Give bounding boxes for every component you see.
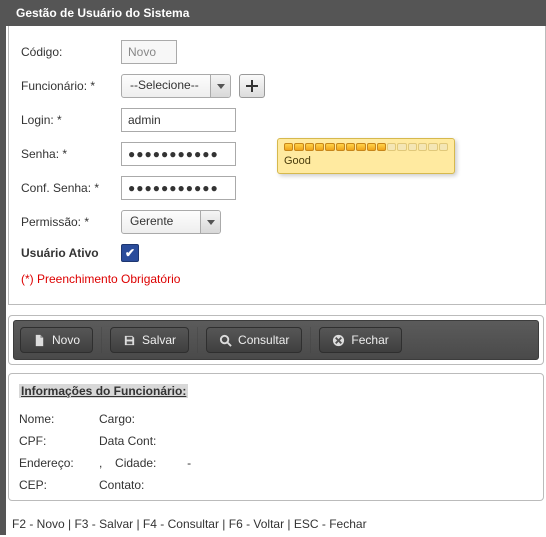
contato-label: Contato: [99,478,177,492]
novo-button[interactable]: Novo [20,327,93,353]
add-funcionario-button[interactable] [239,74,265,98]
salvar-label: Salvar [142,333,176,347]
password-strength-bar [284,143,448,151]
search-icon [219,334,232,347]
datacont-label: Data Cont: [99,434,177,448]
funcionario-value: --Selecione-- [122,75,210,97]
permissao-label: Permissão: * [21,215,121,229]
ativo-checkbox[interactable]: ✔ [121,244,139,262]
nome-label: Nome: [19,412,95,426]
salvar-button[interactable]: Salvar [110,327,189,353]
permissao-value: Gerente [122,211,200,233]
conf-senha-input[interactable] [121,176,236,200]
codigo-label: Código: [21,45,121,59]
plus-icon [245,79,259,93]
password-strength-text: Good [284,155,448,167]
close-icon [332,334,345,347]
toolbar-container: Novo Salvar Consultar Fech [8,315,544,365]
info-panel: Informações do Funcionário: Nome: Cargo:… [8,373,544,501]
consultar-button[interactable]: Consultar [206,327,302,353]
codigo-input[interactable] [121,40,177,64]
endereco-label: Endereço: [19,456,95,470]
consultar-label: Consultar [238,333,289,347]
panel-title: Gestão de Usuário do Sistema [6,0,546,26]
cargo-label: Cargo: [99,412,177,426]
cidade-label: Cidade: [115,456,156,470]
login-label: Login: * [21,113,121,127]
senha-label: Senha: * [21,147,121,161]
document-icon [33,334,46,347]
permissao-select[interactable]: Gerente [121,210,221,234]
endereco-value: , [99,456,102,470]
cep-label: CEP: [19,478,95,492]
chevron-down-icon[interactable] [200,211,220,233]
form-body: Código: Funcionário: * --Selecione-- Log… [8,26,546,305]
fechar-label: Fechar [351,333,388,347]
chevron-down-icon[interactable] [210,75,230,97]
toolbar: Novo Salvar Consultar Fech [13,320,539,360]
ativo-label: Usuário Ativo [21,246,121,260]
info-title: Informações do Funcionário: [19,384,188,398]
required-note: (*) Preenchimento Obrigatório [21,272,533,286]
login-input[interactable] [121,108,236,132]
conf-senha-label: Conf. Senha: * [21,181,121,195]
password-strength-tooltip: Good [277,138,455,174]
cidade-value: - [187,456,191,470]
funcionario-label: Funcionário: * [21,79,121,93]
novo-label: Novo [52,333,80,347]
funcionario-select[interactable]: --Selecione-- [121,74,231,98]
senha-input[interactable] [121,142,236,166]
save-icon [123,334,136,347]
cpf-label: CPF: [19,434,95,448]
footer-shortcuts: F2 - Novo | F3 - Salvar | F4 - Consultar… [8,507,544,535]
fechar-button[interactable]: Fechar [319,327,401,353]
panel: Gestão de Usuário do Sistema Código: Fun… [0,0,546,535]
